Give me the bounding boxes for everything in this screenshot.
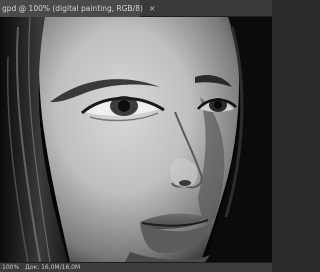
zoom-level[interactable]: 100%: [2, 264, 19, 271]
document-canvas[interactable]: [0, 17, 272, 262]
painting-artwork: [0, 17, 272, 262]
document-tab-title: gpd @ 100% (digital painting, RGB/8): [2, 4, 143, 13]
document-tab-bar: gpd @ 100% (digital painting, RGB/8) ×: [0, 0, 272, 17]
document-tab[interactable]: gpd @ 100% (digital painting, RGB/8) ×: [0, 0, 156, 17]
document-size-info: Док: 16,0M/16,0M: [25, 264, 81, 271]
close-icon[interactable]: ×: [149, 0, 156, 17]
status-bar: 100% Док: 16,0M/16,0M: [0, 262, 272, 272]
